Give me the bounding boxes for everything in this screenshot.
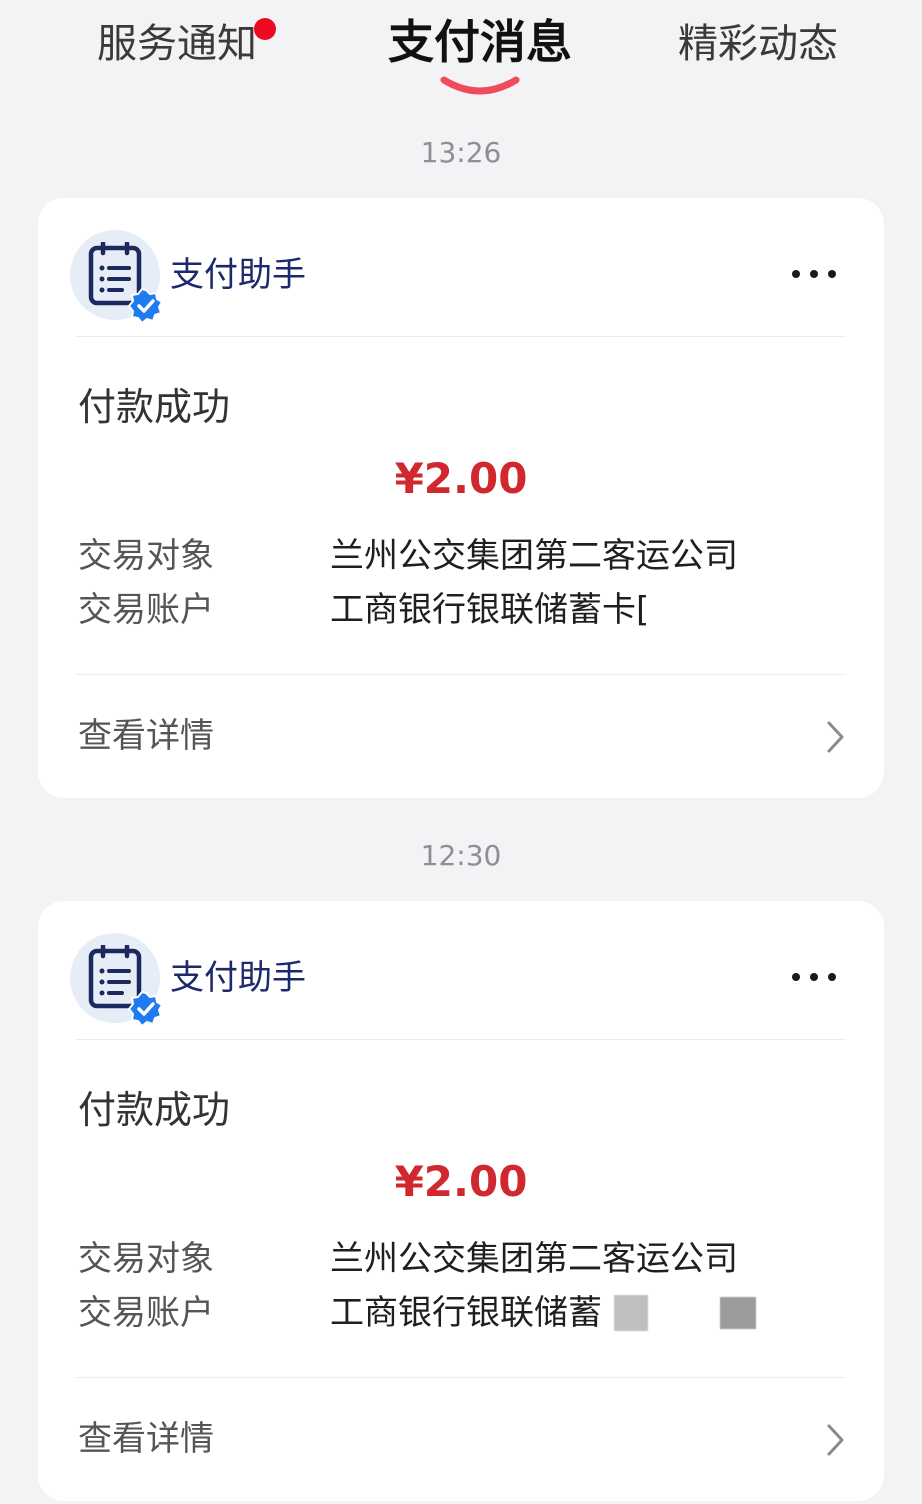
tab-bar: 服务通知 支付消息 精彩动态 <box>0 0 922 110</box>
payment-amount: ¥2.00 <box>394 1157 528 1206</box>
account-value: 工商银行银联储蓄 <box>330 1293 602 1333</box>
redaction-mask <box>720 1297 756 1329</box>
counterparty-value: 兰州公交集团第二客运公司 <box>330 1239 738 1279</box>
tab-service-notice[interactable]: 服务通知 <box>97 14 257 74</box>
payment-message-card: 支付助手 付款成功 ¥2.00 交易对象 兰州公交集团第二客运公司 交易账户 工… <box>38 901 884 1501</box>
message-timestamp: 13:26 <box>420 136 502 169</box>
view-details-label: 查看详情 <box>78 1419 214 1459</box>
sender-name[interactable]: 支付助手 <box>170 250 306 300</box>
divider <box>76 674 846 675</box>
account-label: 交易账户 <box>78 590 214 630</box>
divider <box>76 1377 846 1378</box>
more-options-button[interactable] <box>786 957 842 997</box>
card-header: 支付助手 <box>38 198 884 336</box>
account-value: 工商银行银联储蓄卡[ <box>330 590 650 630</box>
counterparty-label: 交易对象 <box>78 1239 214 1279</box>
card-header: 支付助手 <box>38 901 884 1039</box>
avatar[interactable] <box>70 933 164 1027</box>
redaction-mask <box>614 1295 648 1331</box>
counterparty-label: 交易对象 <box>78 536 214 576</box>
payment-status: 付款成功 <box>78 1088 231 1132</box>
message-timestamp: 12:30 <box>420 839 502 872</box>
payment-status: 付款成功 <box>78 385 231 429</box>
chevron-right-icon <box>827 721 844 753</box>
sender-name[interactable]: 支付助手 <box>170 953 306 1003</box>
unread-badge <box>254 18 276 40</box>
payment-message-card: 支付助手 付款成功 ¥2.00 交易对象 兰州公交集团第二客运公司 交易账户 工… <box>38 198 884 798</box>
divider <box>76 1039 846 1040</box>
verified-badge-icon <box>128 991 164 1027</box>
tab-highlights[interactable]: 精彩动态 <box>678 14 838 74</box>
view-details-label: 查看详情 <box>78 716 214 756</box>
payment-amount: ¥2.00 <box>394 454 528 503</box>
tab-payment-messages[interactable]: 支付消息 <box>388 12 572 72</box>
verified-badge-icon <box>128 288 164 324</box>
account-label: 交易账户 <box>78 1293 214 1333</box>
chevron-right-icon <box>827 1424 844 1456</box>
avatar[interactable] <box>70 230 164 324</box>
divider <box>76 336 846 337</box>
view-details-button[interactable]: 查看详情 <box>38 676 884 798</box>
more-options-button[interactable] <box>786 254 842 294</box>
counterparty-value: 兰州公交集团第二客运公司 <box>330 536 738 576</box>
active-tab-underline <box>440 76 520 95</box>
view-details-button[interactable]: 查看详情 <box>38 1379 884 1501</box>
